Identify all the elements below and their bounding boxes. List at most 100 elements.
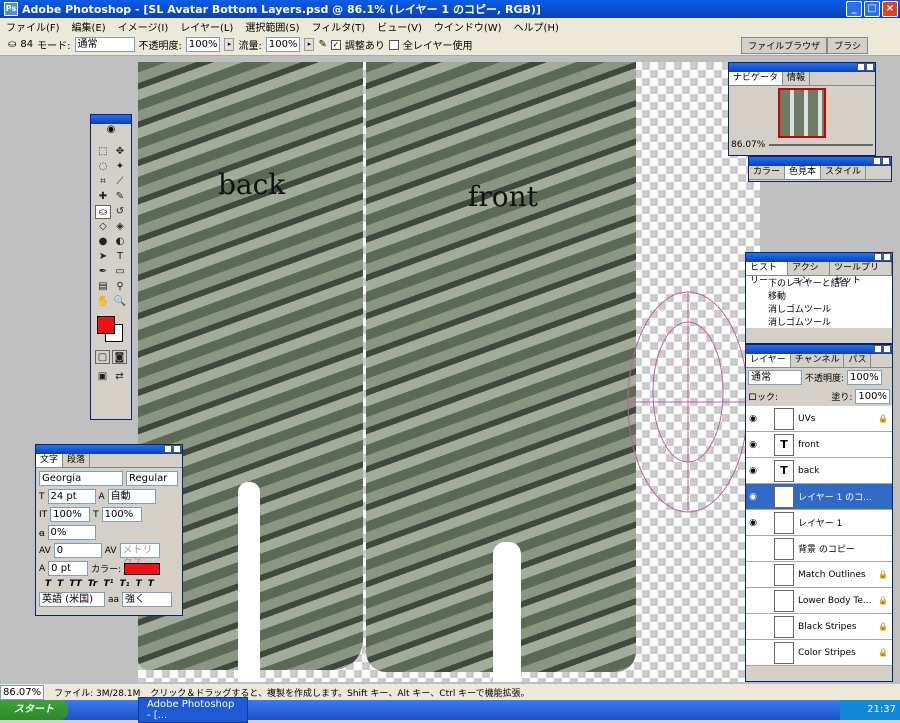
healing-brush-tool-icon[interactable]: ✚ <box>95 190 111 204</box>
menu-select[interactable]: 選択範囲(S) <box>239 19 305 34</box>
airbrush-icon[interactable]: ✎ <box>318 39 326 50</box>
all-caps-icon[interactable]: TT <box>69 579 82 589</box>
tab-color[interactable]: カラー <box>749 166 786 179</box>
type-tool-icon[interactable]: T <box>112 250 128 264</box>
tab-styles[interactable]: スタイル <box>821 166 867 179</box>
tab-brushes[interactable]: ブラシ <box>827 37 868 54</box>
rectangle-tool-icon[interactable]: ▭ <box>112 265 128 279</box>
flow-arrow[interactable]: ▸ <box>304 38 315 51</box>
history-item[interactable]: 消しゴムツール <box>746 302 892 315</box>
eyedropper-tool-icon[interactable]: ⚲ <box>112 280 128 294</box>
screen-mode-icon[interactable]: ▣ <box>95 370 110 384</box>
tab-paragraph[interactable]: 段落 <box>63 454 91 467</box>
layer-row[interactable]: Lower Body Te... 🔒 <box>746 588 892 614</box>
zoom-tool-icon[interactable]: 🔍 <box>112 295 128 309</box>
aligned-checkbox[interactable]: ✓ <box>330 39 341 50</box>
layer-opacity-field[interactable]: 100% <box>847 370 882 385</box>
paint-bucket-tool-icon[interactable]: ◈ <box>112 220 128 234</box>
standard-mode-icon[interactable]: ▢ <box>95 350 110 364</box>
mode-select[interactable]: 通常 <box>74 37 135 52</box>
menu-view[interactable]: ビュー(V) <box>371 19 428 34</box>
menu-layer[interactable]: レイヤー(L) <box>174 19 239 34</box>
crop-tool-icon[interactable]: ⌗ <box>95 175 111 189</box>
foreground-color-swatch[interactable] <box>97 316 115 334</box>
menu-filter[interactable]: フィルタ(T) <box>305 19 371 34</box>
visibility-eye-icon[interactable]: ◉ <box>746 492 760 502</box>
tab-actions[interactable]: アクション <box>788 262 830 286</box>
slice-tool-icon[interactable]: ⟋ <box>112 175 128 189</box>
close-button[interactable]: × <box>882 1 898 17</box>
opacity-arrow[interactable]: ▸ <box>224 38 235 51</box>
eraser-tool-icon[interactable]: ◇ <box>95 220 111 234</box>
status-zoom[interactable]: 86.07% <box>0 684 45 700</box>
horizontal-scale-field[interactable]: 100% <box>101 507 142 522</box>
pen-tool-icon[interactable]: ✒ <box>95 265 111 279</box>
underline-icon[interactable]: T <box>136 579 142 589</box>
antialias-select[interactable]: 強く <box>122 592 173 607</box>
layer-row[interactable]: ◉ UVs 🔒 <box>746 406 892 432</box>
layer-row[interactable]: ◉ Tback <box>746 458 892 484</box>
history-item[interactable]: 消しゴムツール <box>746 315 892 328</box>
brush-size-label[interactable]: 84 <box>20 39 33 50</box>
tsume-field[interactable]: 0% <box>47 525 96 540</box>
visibility-eye-icon[interactable]: ◉ <box>746 440 760 450</box>
clone-stamp-tool-icon[interactable]: ⛀ <box>8 39 16 50</box>
tab-paths[interactable]: パス <box>844 354 872 367</box>
font-size-field[interactable]: 24 pt <box>47 489 96 504</box>
navigator-preview[interactable] <box>778 88 826 138</box>
menu-edit[interactable]: 編集(E) <box>66 19 112 34</box>
tab-character[interactable]: 文字 <box>36 454 64 467</box>
font-family-select[interactable]: Georgia <box>39 471 123 486</box>
taskbar-photoshop[interactable]: Adobe Photoshop - [... <box>138 697 248 723</box>
layer-row[interactable]: Black Stripes 🔒 <box>746 614 892 640</box>
tab-layers[interactable]: レイヤー <box>746 354 791 367</box>
start-button[interactable]: スタート <box>0 700 68 720</box>
subscript-icon[interactable]: T₁ <box>119 579 129 589</box>
jump-to-imageready-icon[interactable]: ⇄ <box>112 370 127 384</box>
hand-tool-icon[interactable]: ✋ <box>95 295 111 309</box>
quick-mask-mode-icon[interactable]: ◙ <box>112 350 127 364</box>
flow-field[interactable]: 100% <box>265 37 301 52</box>
layer-row[interactable]: Match Outlines 🔒 <box>746 562 892 588</box>
zoom-slider[interactable] <box>769 144 873 146</box>
visibility-eye-icon[interactable]: ◉ <box>746 414 760 424</box>
history-item[interactable]: 下のレイヤーと結合 <box>746 276 892 289</box>
history-item[interactable]: 移動 <box>746 289 892 302</box>
layer-row[interactable]: ◉ レイヤー 1 のコ... <box>746 484 892 510</box>
font-style-select[interactable]: Regular <box>126 471 178 486</box>
magic-wand-tool-icon[interactable]: ✦ <box>112 160 128 174</box>
lasso-tool-icon[interactable]: ◌ <box>95 160 111 174</box>
kerning-field[interactable]: 0 <box>53 543 102 558</box>
tab-channels[interactable]: チャンネル <box>791 354 845 367</box>
menu-image[interactable]: イメージ(I) <box>112 19 175 34</box>
tab-navigator[interactable]: ナビゲータ <box>729 72 784 85</box>
history-brush-tool-icon[interactable]: ↺ <box>112 205 128 219</box>
minimize-button[interactable]: _ <box>846 1 862 17</box>
tab-history[interactable]: ヒストリー <box>746 262 789 286</box>
superscript-icon[interactable]: T¹ <box>103 579 113 589</box>
layer-row[interactable]: ◉ レイヤー 1 <box>746 510 892 536</box>
document-canvas[interactable]: back front <box>138 62 760 682</box>
faux-italic-icon[interactable]: T <box>57 579 63 589</box>
marquee-tool-icon[interactable]: ⬚ <box>95 145 111 159</box>
fill-field[interactable]: 100% <box>855 389 890 404</box>
tab-swatches[interactable]: 色見本 <box>785 166 822 179</box>
blend-mode-select[interactable]: 通常 <box>748 370 802 385</box>
maximize-button[interactable]: □ <box>864 1 880 17</box>
visibility-eye-icon[interactable]: ◉ <box>746 518 760 528</box>
status-file-size[interactable]: ファイル: 3M/28.1M <box>54 686 140 699</box>
leading-field[interactable]: 自動 <box>107 489 156 504</box>
faux-bold-icon[interactable]: T <box>45 579 51 589</box>
opacity-field[interactable]: 100% <box>185 37 221 52</box>
language-select[interactable]: 英語 (米国) <box>39 592 105 607</box>
blur-tool-icon[interactable]: ● <box>95 235 111 249</box>
small-caps-icon[interactable]: Tr <box>88 579 98 589</box>
strikethrough-icon[interactable]: T <box>148 579 154 589</box>
visibility-eye-icon[interactable]: ◉ <box>746 466 760 476</box>
tab-info[interactable]: 情報 <box>783 72 811 85</box>
baseline-shift-field[interactable]: 0 pt <box>48 561 89 576</box>
tracking-field[interactable]: メトリクス <box>119 543 160 569</box>
dodge-tool-icon[interactable]: ◐ <box>112 235 128 249</box>
notes-tool-icon[interactable]: ▤ <box>95 280 111 294</box>
layer-row[interactable]: ◉ Tfront <box>746 432 892 458</box>
